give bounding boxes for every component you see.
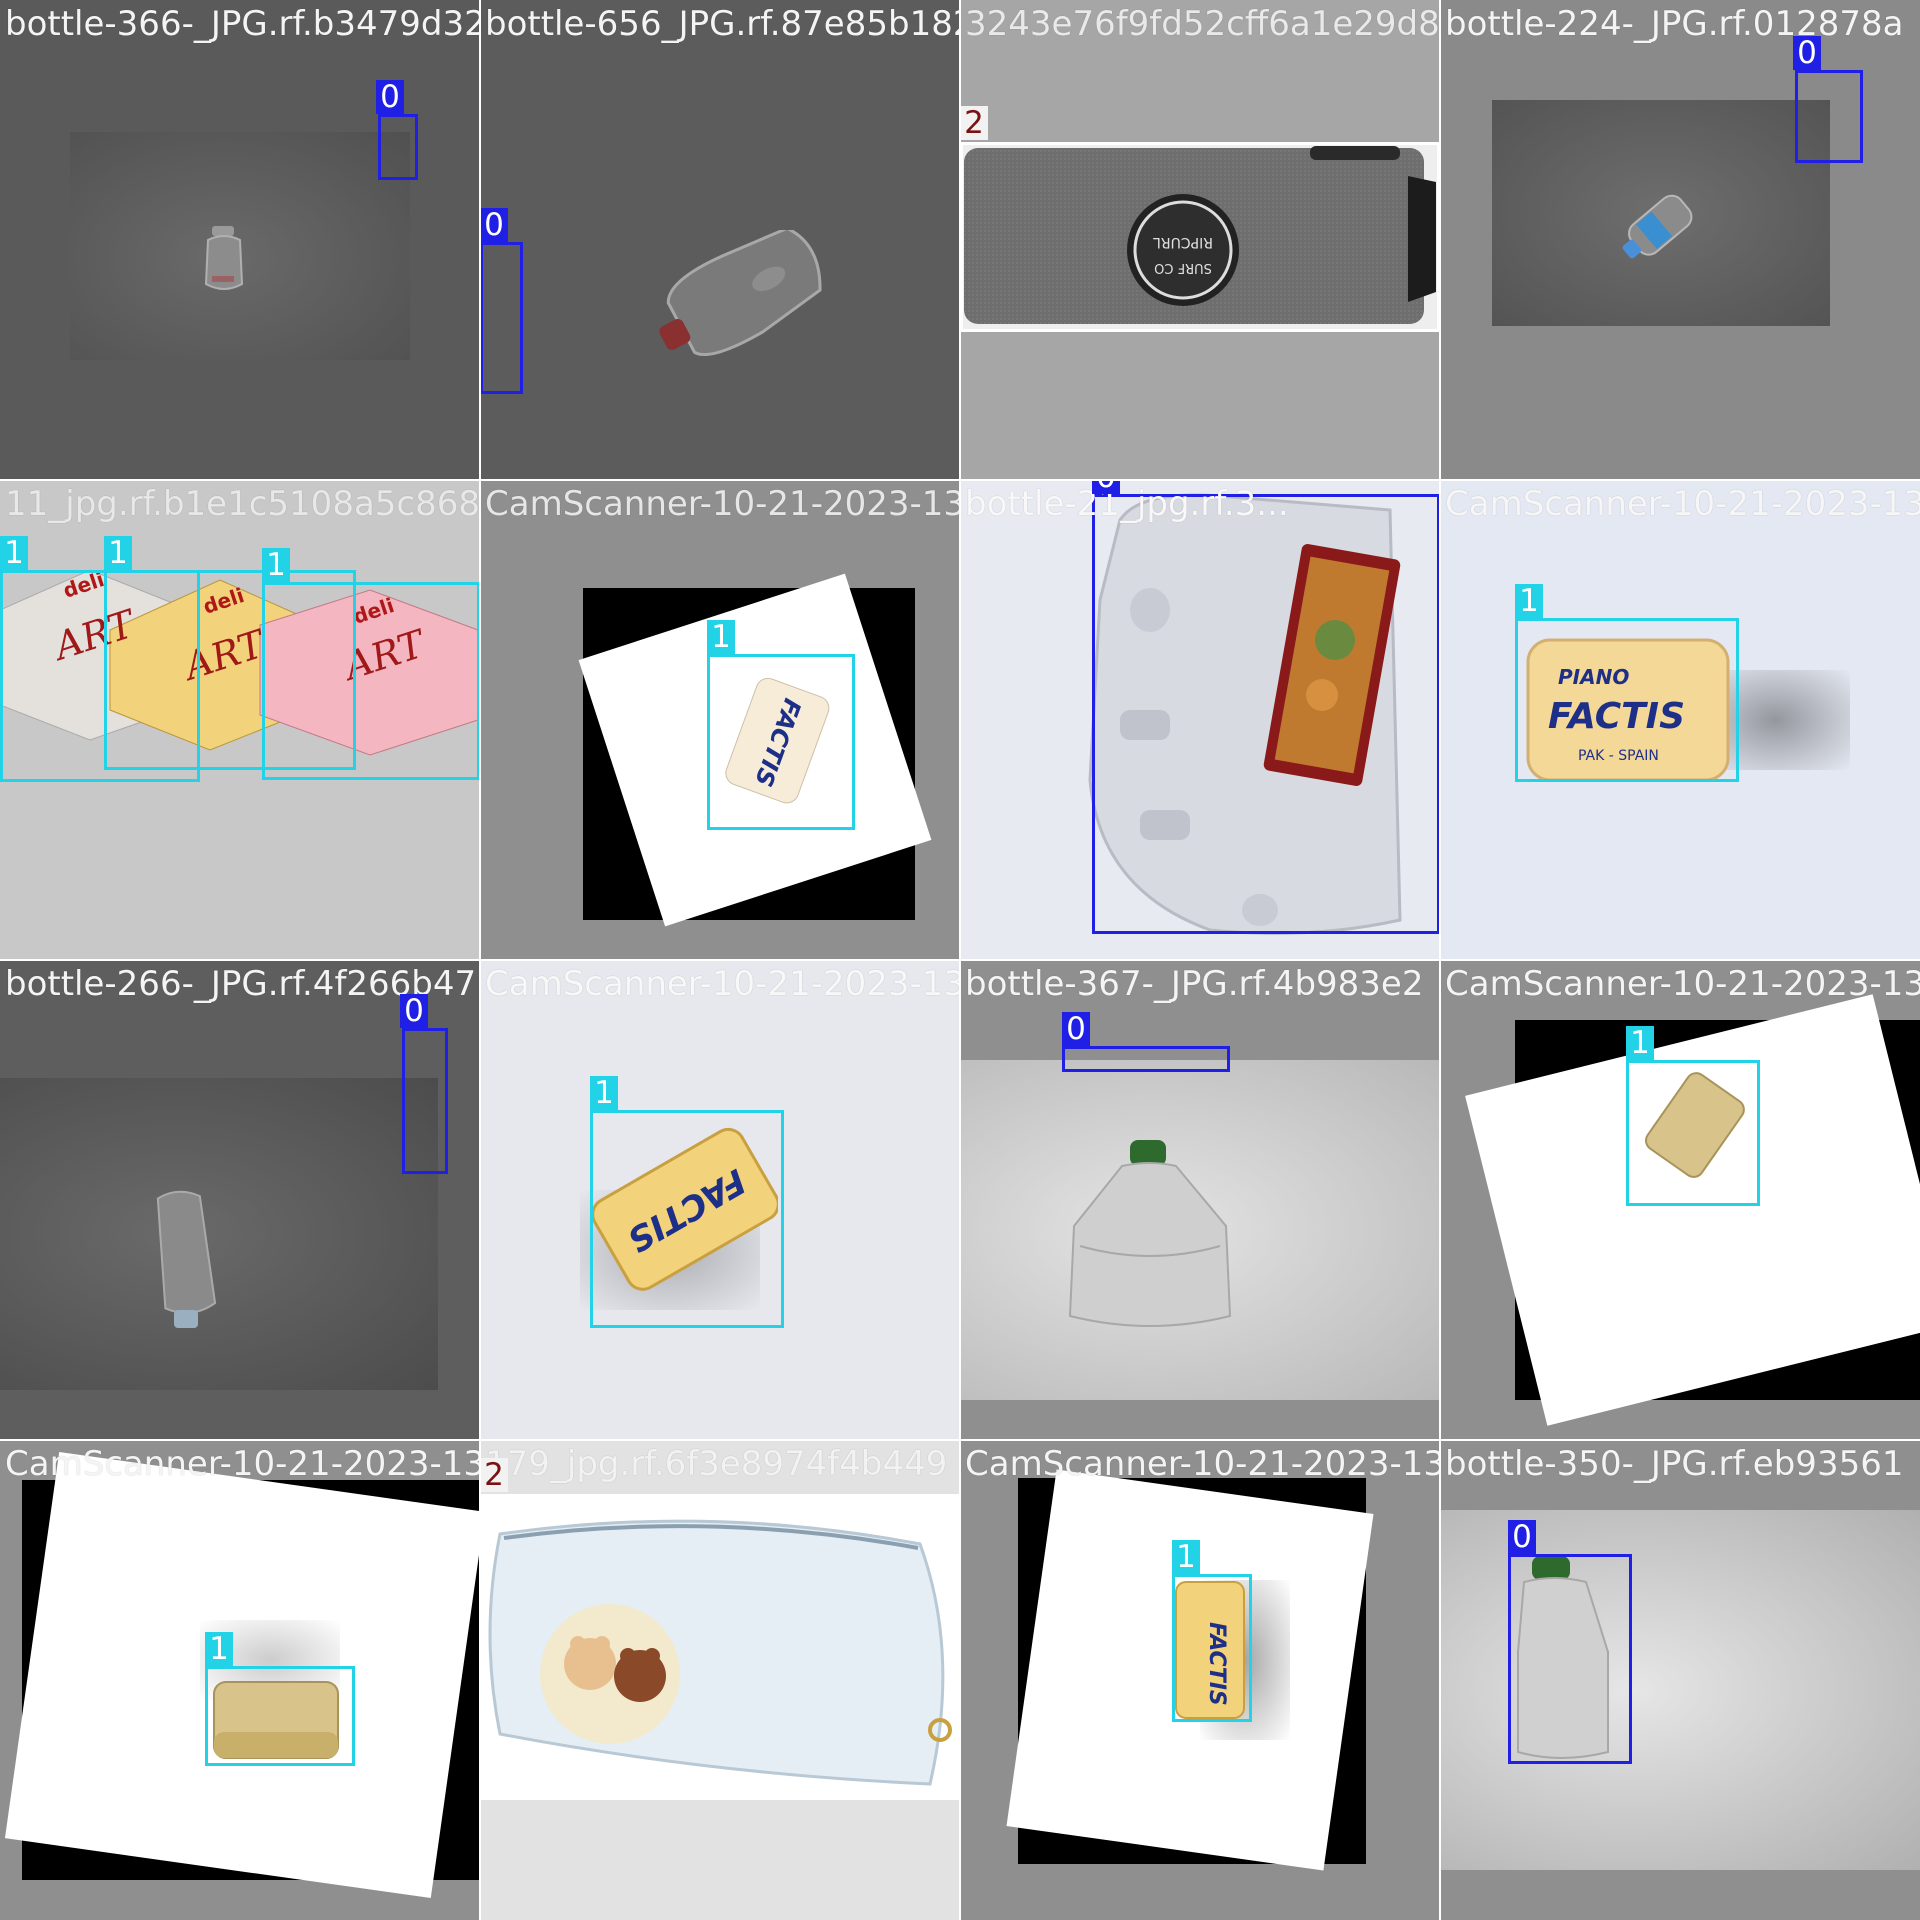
mosaic-grid: bottle-366-_JPG.rf.b3479d32b3854573 0 bo… — [0, 0, 1920, 1920]
bbox-label: 1 — [1515, 584, 1543, 618]
bbox-label: 2 — [960, 106, 988, 140]
bbox-label: 1 — [1172, 1540, 1200, 1574]
grid-divider — [0, 959, 1920, 961]
tile-3: RIPCURL SURF CO 3243e76f9fd52cff6a1e29d8… — [960, 0, 1440, 480]
bbox-class-2 — [480, 1494, 960, 1800]
bottle-icon — [156, 1190, 217, 1328]
bbox-class-0 — [1092, 494, 1440, 934]
tile-filename: CamScanner-10-21-2023-13 — [965, 1444, 1440, 1484]
bbox-label: 1 — [0, 536, 28, 570]
bbox-class-1 — [1515, 618, 1739, 782]
bbox-label: 1 — [707, 620, 735, 654]
bbox-label: 1 — [262, 548, 290, 582]
bottle-icon — [204, 226, 244, 290]
bottle-icon — [1622, 194, 1693, 259]
tile-filename: bottle-224-_JPG.rf.012878a — [1445, 4, 1904, 44]
tile-filename: CamScanner-10-21-2023-13 — [485, 964, 960, 1004]
tile-14: 179_jpg.rf.6f3e8974f4b449 2 — [480, 1440, 960, 1920]
tile-6: FACTIS CamScanner-10-21-2023-13 1 — [480, 480, 960, 960]
tile-4: bottle-224-_JPG.rf.012878a 0 — [1440, 0, 1920, 480]
tile-12: CamScanner-10-21-2023-13 1 — [1440, 960, 1920, 1440]
bbox-class-0 — [1508, 1554, 1632, 1764]
tile-10: FACTIS CamScanner-10-21-2023-13 1 — [480, 960, 960, 1440]
tile-filename: bottle-656_JPG.rf.87e85b182 — [485, 4, 960, 44]
tile-2: bottle-656_JPG.rf.87e85b182 0 — [480, 0, 960, 480]
bbox-class-1 — [205, 1666, 355, 1766]
tile-filename: bottle-350-_JPG.rf.eb93561 — [1445, 1444, 1904, 1484]
grid-divider — [0, 1439, 1920, 1441]
bbox-label: 0 — [400, 994, 428, 1028]
bbox-class-1 — [707, 654, 855, 830]
bbox-label: 1 — [104, 536, 132, 570]
tile-7: bottle-21_jpg.rf.3... 0 — [960, 480, 1440, 960]
tile-8: PIANO FACTIS PAK - SPAIN CamScanner-10-2… — [1440, 480, 1920, 960]
bbox-class-1 — [1626, 1060, 1760, 1206]
tile-filename: 11_jpg.rf.b1e1c5108a5c868 — [5, 484, 480, 524]
tile-15: FACTIS CamScanner-10-21-2023-13 1 — [960, 1440, 1440, 1920]
tile-5: ART ART ART deli deli deli 11_jpg.rf.b1e… — [0, 480, 480, 960]
bbox-class-0 — [378, 114, 418, 180]
tile-16: bottle-350-_JPG.rf.eb93561 0 — [1440, 1440, 1920, 1920]
bbox-class-0 — [480, 242, 523, 394]
tile-filename: CamScanner-10-21-2023-13 — [1445, 964, 1920, 1004]
tile-filename: CamScanner-10-21-2023-13 — [5, 1444, 480, 1484]
bbox-label: 0 — [376, 80, 404, 114]
bbox-class-1 — [1172, 1574, 1252, 1722]
tile-filename: CamScanner-10-21-2023-13 — [1445, 484, 1920, 524]
bbox-label: 1 — [1626, 1026, 1654, 1060]
bbox-label: 0 — [1062, 1012, 1090, 1046]
tile-filename: CamScanner-10-21-2023-13 — [485, 484, 960, 524]
bbox-label: 2 — [480, 1458, 508, 1492]
bottle-icon — [1068, 1140, 1232, 1327]
bbox-class-2 — [960, 142, 1440, 332]
bbox-label: 0 — [480, 208, 508, 242]
bbox-label: 0 — [1092, 480, 1120, 494]
tile-filename: bottle-367-_JPG.rf.4b983e2 — [965, 964, 1424, 1004]
bbox-label: 1 — [205, 1632, 233, 1666]
tile-13: CamScanner-10-21-2023-13 1 — [0, 1440, 480, 1920]
grid-divider — [0, 479, 1920, 481]
tile-9: bottle-266-_JPG.rf.4f266b47 0 — [0, 960, 480, 1440]
bottle-icon — [659, 230, 822, 357]
bbox-class-0 — [1795, 70, 1863, 163]
tile-filename: bottle-366-_JPG.rf.b3479d32b3854573 — [5, 4, 480, 44]
tile-filename: 179_jpg.rf.6f3e8974f4b449 — [485, 1444, 948, 1484]
tile-11: bottle-367-_JPG.rf.4b983e2 0 — [960, 960, 1440, 1440]
tile-filename: 3243e76f9fd52cff6a1e29d89a — [965, 4, 1440, 44]
tile-filename: bottle-21_jpg.rf.3... — [965, 484, 1289, 524]
bbox-label: 1 — [590, 1076, 618, 1110]
bbox-class-0 — [402, 1028, 448, 1174]
tile-1: bottle-366-_JPG.rf.b3479d32b3854573 0 — [0, 0, 480, 480]
bbox-class-0 — [1062, 1046, 1230, 1072]
bbox-class-1 — [262, 582, 480, 780]
bbox-class-1 — [590, 1110, 784, 1328]
bbox-label: 0 — [1508, 1520, 1536, 1554]
bbox-label: 0 — [1793, 36, 1821, 70]
